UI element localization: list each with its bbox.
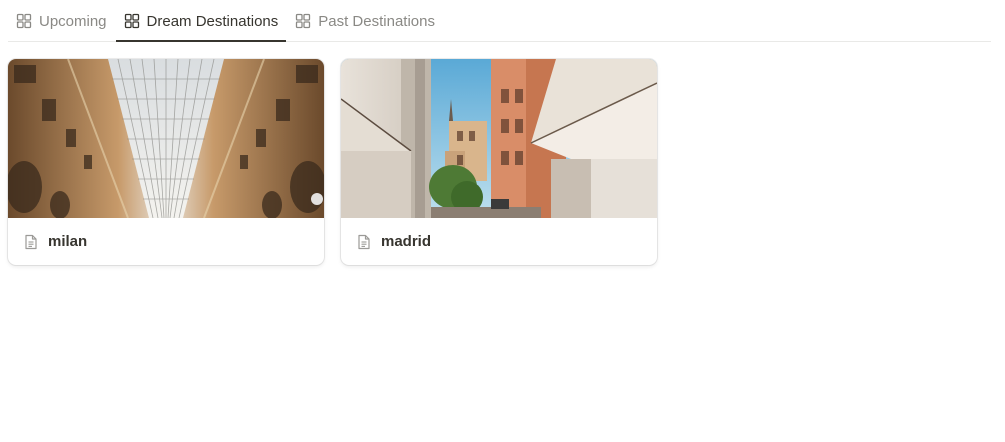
- tab-label: Dream Destinations: [146, 12, 279, 30]
- page-icon: [22, 233, 40, 251]
- gallery-icon: [295, 13, 311, 29]
- page-icon: [355, 233, 373, 251]
- gallery-card-milan[interactable]: milan: [8, 59, 324, 265]
- gallery-icon: [124, 13, 140, 29]
- tab-label: Upcoming: [39, 12, 107, 30]
- tab-label: Past Destinations: [318, 12, 435, 30]
- tab-dream-destinations[interactable]: Dream Destinations: [115, 1, 287, 42]
- card-footer: madrid: [341, 218, 657, 265]
- madrid-cover-image: [341, 59, 657, 218]
- card-title: madrid: [381, 233, 432, 250]
- gallery-view: milan madrid: [8, 59, 657, 265]
- card-title: milan: [48, 233, 88, 250]
- gallery-icon: [16, 13, 32, 29]
- gallery-card-madrid[interactable]: madrid: [341, 59, 657, 265]
- card-footer: milan: [8, 218, 324, 265]
- milan-cover-image: [8, 59, 324, 218]
- tab-past-destinations[interactable]: Past Destinations: [287, 1, 443, 41]
- tab-upcoming[interactable]: Upcoming: [8, 1, 115, 41]
- view-tabs: Upcoming Dream Destinations Past Destina…: [8, 0, 991, 42]
